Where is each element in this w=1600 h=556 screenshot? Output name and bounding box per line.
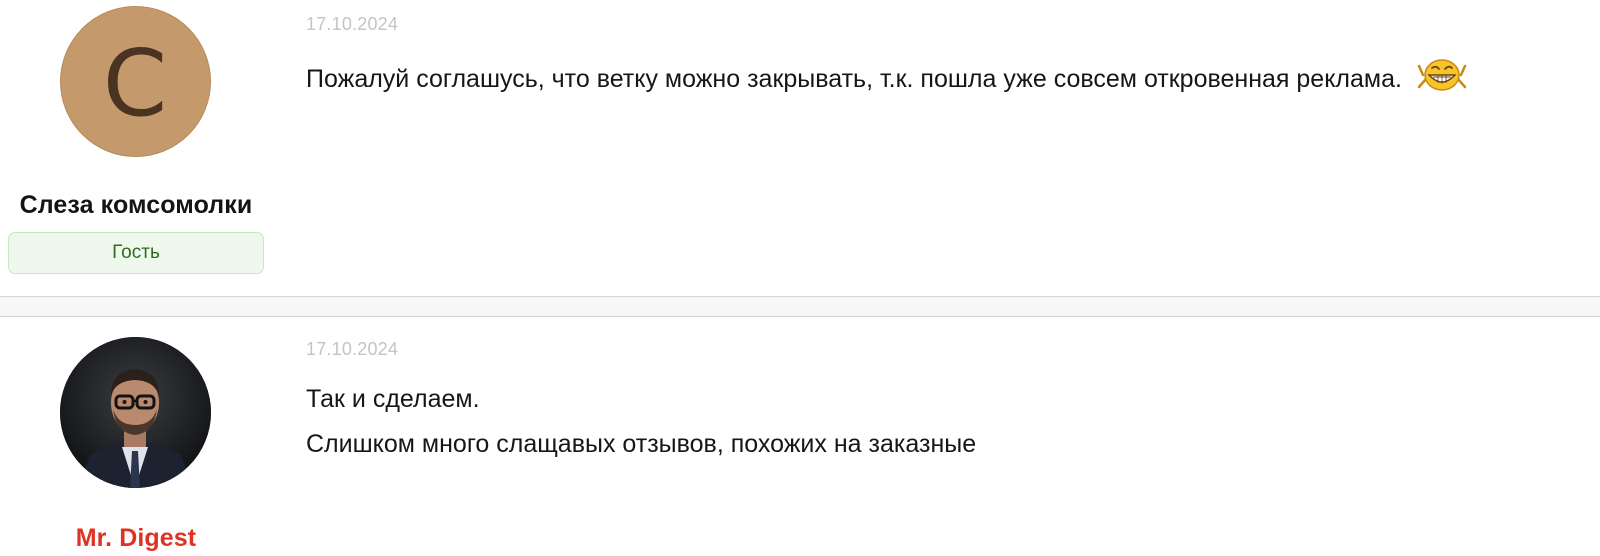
post-paragraph: Слишком много слащавых отзывов, похожих … xyxy=(306,430,977,458)
post-content: 17.10.2024 Так и сделаем. Слишком много … xyxy=(306,339,1580,462)
avatar[interactable]: С xyxy=(59,6,211,157)
avatar[interactable] xyxy=(59,337,211,488)
post-content: 17.10.2024 Пожалуй соглашусь, что ветку … xyxy=(306,14,1580,103)
post-date[interactable]: 17.10.2024 xyxy=(306,14,1580,35)
man-portrait-icon xyxy=(59,337,211,488)
forum-thread: С Слеза комсомолки Гость 17.10.2024 Пожа… xyxy=(0,0,1600,556)
post-text: Пожалуй соглашусь, что ветку можно закры… xyxy=(306,57,1580,103)
post-divider xyxy=(0,296,1600,317)
post-author: Mr. Digest xyxy=(0,337,272,553)
author-name[interactable]: Mr. Digest xyxy=(0,524,272,553)
post-text-body: Пожалуй соглашусь, что ветку можно закры… xyxy=(306,65,1402,93)
post-text: Так и сделаем. Слишком много слащавых от… xyxy=(306,382,1580,462)
forum-post: Mr. Digest 17.10.2024 Так и сделаем. Сли… xyxy=(0,317,1600,556)
avatar-letter: С xyxy=(102,29,168,137)
author-name[interactable]: Слеза комсомолки xyxy=(0,191,272,220)
role-badge: Гость xyxy=(8,232,264,274)
laughing-smiley-icon xyxy=(1417,57,1467,103)
post-date[interactable]: 17.10.2024 xyxy=(306,339,1580,360)
post-paragraph: Так и сделаем. xyxy=(306,385,480,413)
forum-post: С Слеза комсомолки Гость 17.10.2024 Пожа… xyxy=(0,0,1600,296)
post-author: С Слеза комсомолки Гость xyxy=(0,6,272,274)
